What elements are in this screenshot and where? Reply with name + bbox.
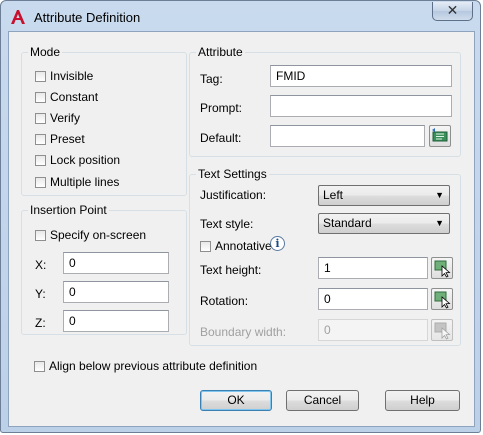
text-height-label: Text height:: [200, 263, 262, 277]
preset-checkbox[interactable]: [35, 133, 46, 145]
verify-label: Verify: [50, 111, 81, 125]
insert-field-icon: [432, 128, 448, 142]
lock-position-option[interactable]: Lock position: [35, 153, 120, 167]
verify-checkbox[interactable]: [35, 112, 46, 124]
boundary-width-input: 0: [318, 319, 428, 341]
align-below-label: Align below previous attribute definitio…: [49, 359, 258, 373]
boundary-width-pick-button: [431, 319, 453, 341]
multiple-lines-label: Multiple lines: [50, 175, 120, 189]
default-input[interactable]: [270, 125, 425, 147]
attribute-group: Attribute Tag: FMID Prompt: Default:: [189, 45, 461, 157]
text-style-value: Standard: [323, 216, 372, 230]
annotative-checkbox[interactable]: [200, 240, 211, 252]
boundary-width-label: Boundary width:: [200, 325, 287, 339]
close-button[interactable]: ✕: [432, 2, 473, 21]
align-below-option[interactable]: Align below previous attribute definitio…: [34, 359, 257, 373]
preset-label: Preset: [50, 132, 85, 146]
window-title: Attribute Definition: [34, 10, 141, 25]
chevron-down-icon: ▼: [435, 190, 444, 200]
text-settings-group: Text Settings Justification: Left ▼ Text…: [189, 167, 461, 346]
text-settings-group-title: Text Settings: [196, 167, 269, 181]
ok-button[interactable]: OK: [200, 390, 272, 411]
y-input[interactable]: 0: [63, 281, 169, 303]
justification-value: Left: [323, 188, 344, 202]
multiple-lines-option[interactable]: Multiple lines: [35, 175, 119, 189]
chevron-down-icon: ▼: [435, 218, 444, 228]
tag-input[interactable]: FMID: [270, 65, 452, 87]
cancel-button[interactable]: Cancel: [286, 390, 359, 411]
rotation-pick-button[interactable]: [431, 288, 453, 310]
text-style-select[interactable]: Standard ▼: [318, 213, 450, 234]
constant-label: Constant: [50, 90, 99, 104]
mode-group: Mode Invisible Constant Verify Preset Lo…: [21, 45, 187, 196]
pick-point-icon: [434, 322, 451, 340]
specify-on-screen-option[interactable]: Specify on-screen: [35, 228, 146, 242]
mode-group-title: Mode: [28, 45, 63, 59]
specify-on-screen-checkbox[interactable]: [35, 229, 46, 241]
dialog-window: Attribute Definition ✕ Mode Invisible Co…: [0, 0, 481, 433]
attribute-group-title: Attribute: [196, 45, 245, 59]
help-button[interactable]: Help: [385, 390, 460, 411]
insert-field-button[interactable]: [429, 125, 451, 147]
justification-label: Justification:: [200, 188, 267, 202]
lock-position-label: Lock position: [50, 153, 121, 167]
align-below-checkbox[interactable]: [34, 360, 45, 372]
invisible-checkbox[interactable]: [35, 70, 46, 82]
verify-option[interactable]: Verify: [35, 111, 80, 125]
z-label: Z:: [35, 316, 46, 330]
constant-checkbox[interactable]: [35, 91, 46, 103]
constant-option[interactable]: Constant: [35, 90, 98, 104]
tag-label: Tag:: [200, 72, 223, 86]
specify-on-screen-label: Specify on-screen: [50, 228, 147, 242]
insertion-point-group: Insertion Point Specify on-screen X: 0 Y…: [21, 203, 187, 335]
default-label: Default:: [200, 131, 242, 145]
invisible-label: Invisible: [50, 69, 94, 83]
text-style-label: Text style:: [200, 217, 254, 231]
close-icon: ✕: [446, 2, 459, 18]
justification-select[interactable]: Left ▼: [318, 185, 450, 206]
lock-position-checkbox[interactable]: [35, 154, 46, 166]
prompt-input[interactable]: [270, 95, 452, 117]
autocad-logo-icon: [11, 10, 25, 24]
invisible-option[interactable]: Invisible: [35, 69, 93, 83]
dialog-client-area: Mode Invisible Constant Verify Preset Lo…: [8, 31, 475, 427]
pick-point-icon: [434, 291, 451, 309]
info-icon[interactable]: i: [270, 236, 285, 251]
x-label: X:: [35, 258, 47, 272]
multiple-lines-checkbox[interactable]: [35, 176, 46, 188]
rotation-input[interactable]: 0: [318, 288, 428, 310]
insertion-point-group-title: Insertion Point: [28, 203, 109, 217]
x-input[interactable]: 0: [63, 252, 169, 274]
rotation-label: Rotation:: [200, 294, 249, 308]
annotative-option[interactable]: Annotative: [200, 239, 272, 253]
annotative-label: Annotative: [215, 239, 272, 253]
z-input[interactable]: 0: [63, 310, 169, 332]
pick-point-icon: [434, 260, 451, 278]
preset-option[interactable]: Preset: [35, 132, 85, 146]
prompt-label: Prompt:: [200, 101, 243, 115]
y-label: Y:: [35, 287, 46, 301]
title-bar[interactable]: Attribute Definition ✕: [1, 1, 480, 31]
text-height-input[interactable]: 1: [318, 257, 428, 279]
text-height-pick-button[interactable]: [431, 257, 453, 279]
